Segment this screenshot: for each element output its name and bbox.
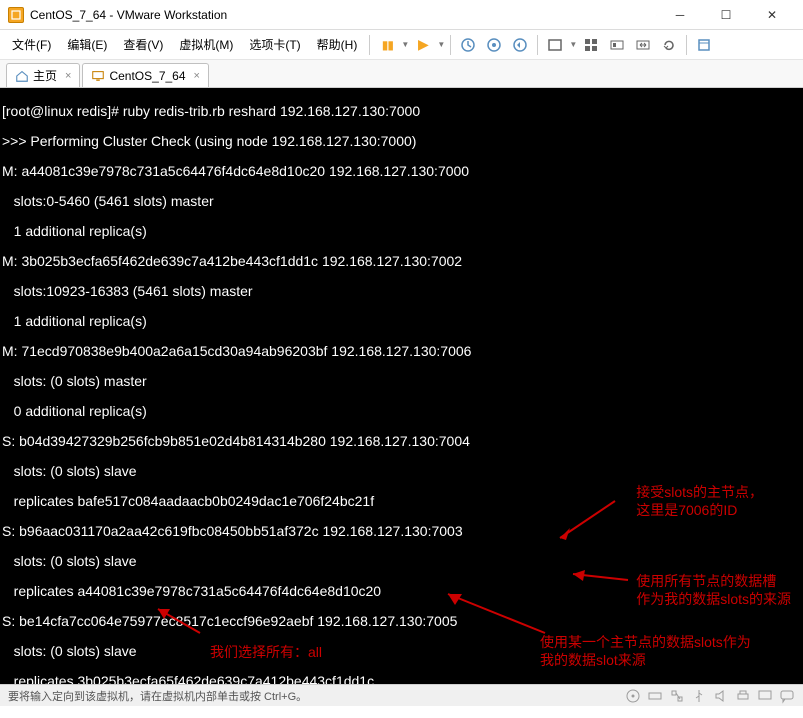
close-icon[interactable]: ×: [194, 70, 200, 82]
terminal-line: 1 additional replica(s): [2, 224, 801, 239]
pause-icon[interactable]: ▮▮: [376, 34, 398, 56]
snapshot-icon[interactable]: [457, 34, 479, 56]
terminal-line: M: 3b025b3ecfa65f462de639c7a412be443cf1d…: [2, 254, 801, 269]
annotation-line: 我的数据slot来源: [540, 651, 751, 669]
terminal-line: M: a44081c39e7978c731a5c64476f4dc64e8d10…: [2, 164, 801, 179]
usb-icon[interactable]: [691, 688, 707, 704]
terminal-line: slots: (0 slots) slave: [2, 464, 801, 479]
terminal-line: slots: (0 slots) slave: [2, 554, 801, 569]
status-icons: [625, 688, 795, 704]
app-icon: [8, 7, 24, 23]
separator: [537, 35, 538, 55]
close-button[interactable]: ✕: [749, 0, 795, 30]
stretch-icon[interactable]: [632, 34, 654, 56]
annotation-line: 作为我的数据slots的来源: [636, 590, 791, 608]
window-title: CentOS_7_64 - VMware Workstation: [30, 8, 657, 22]
printer-icon[interactable]: [735, 688, 751, 704]
fullscreen-icon[interactable]: [544, 34, 566, 56]
terminal-line: M: 71ecd970838e9b400a2a6a15cd30a94ab9620…: [2, 344, 801, 359]
annotation-line: 接受slots的主节点，: [636, 483, 763, 501]
dropdown-icon[interactable]: ▼: [568, 40, 578, 49]
menubar: 文件(F) 编辑(E) 查看(V) 虚拟机(M) 选项卡(T) 帮助(H) ▮▮…: [0, 30, 803, 60]
dropdown-icon[interactable]: ▼: [436, 40, 446, 49]
cycle-icon[interactable]: [658, 34, 680, 56]
annotation-3: 使用某一个主节点的数据slots作为 我的数据slot来源: [540, 633, 751, 669]
tab-home-label: 主页: [33, 67, 57, 84]
terminal-line: slots:10923-16383 (5461 slots) master: [2, 284, 801, 299]
menu-file[interactable]: 文件(F): [4, 32, 59, 57]
minimize-button[interactable]: ─: [657, 0, 703, 30]
monitor-icon: [91, 69, 105, 83]
terminal-line: replicates 3b025b3ecfa65f462de639c7a412b…: [2, 674, 801, 684]
drive-icon[interactable]: [647, 688, 663, 704]
maximize-button[interactable]: ☐: [703, 0, 749, 30]
terminal-line: [root@linux redis]# ruby redis-trib.rb r…: [2, 104, 801, 119]
terminal-line: S: be14cfa7cc064e75977ec8517c1eccf96e92a…: [2, 614, 801, 629]
terminal-line: S: b96aac031170a2aa42c619fbc08450bb51af3…: [2, 524, 801, 539]
tabbar: 主页 × CentOS_7_64 ×: [0, 60, 803, 88]
statusbar: 要将输入定向到该虚拟机，请在虚拟机内部单击或按 Ctrl+G。: [0, 684, 803, 706]
terminal-line: 0 additional replica(s): [2, 404, 801, 419]
terminal-line: >>> Performing Cluster Check (using node…: [2, 134, 801, 149]
home-icon: [15, 69, 29, 83]
annotation-4: 我们选择所有：all: [210, 643, 322, 661]
terminal-line: 1 additional replica(s): [2, 314, 801, 329]
separator: [686, 35, 687, 55]
menu-view[interactable]: 查看(V): [115, 32, 171, 57]
tab-vm[interactable]: CentOS_7_64 ×: [82, 63, 209, 87]
dropdown-icon[interactable]: ▼: [400, 40, 410, 49]
snapshot-revert-icon[interactable]: [509, 34, 531, 56]
close-icon[interactable]: ×: [65, 70, 71, 82]
message-icon[interactable]: [779, 688, 795, 704]
thumbnail-icon[interactable]: [606, 34, 628, 56]
play-icon[interactable]: ▶: [412, 34, 434, 56]
disk-icon[interactable]: [625, 688, 641, 704]
separator: [450, 35, 451, 55]
unity-icon[interactable]: [580, 34, 602, 56]
library-icon[interactable]: [693, 34, 715, 56]
terminal-line: slots:0-5460 (5461 slots) master: [2, 194, 801, 209]
titlebar: CentOS_7_64 - VMware Workstation ─ ☐ ✕: [0, 0, 803, 30]
snapshot-manage-icon[interactable]: [483, 34, 505, 56]
network-icon[interactable]: [669, 688, 685, 704]
terminal[interactable]: [root@linux redis]# ruby redis-trib.rb r…: [0, 88, 803, 684]
annotation-line: 这里是7006的ID: [636, 501, 763, 519]
tab-vm-label: CentOS_7_64: [109, 69, 185, 83]
annotation-line: 使用所有节点的数据槽: [636, 572, 791, 590]
terminal-line: S: b04d39427329b256fcb9b851e02d4b814314b…: [2, 434, 801, 449]
status-text: 要将输入定向到该虚拟机，请在虚拟机内部单击或按 Ctrl+G。: [8, 688, 307, 704]
terminal-line: slots: (0 slots) master: [2, 374, 801, 389]
menu-edit[interactable]: 编辑(E): [59, 32, 115, 57]
menu-vm[interactable]: 虚拟机(M): [171, 32, 241, 57]
separator: [369, 35, 370, 55]
sound-icon[interactable]: [713, 688, 729, 704]
annotation-line: 使用某一个主节点的数据slots作为: [540, 633, 751, 651]
annotation-1: 接受slots的主节点， 这里是7006的ID: [636, 483, 763, 519]
menu-tabs[interactable]: 选项卡(T): [241, 32, 308, 57]
menu-help[interactable]: 帮助(H): [309, 32, 366, 57]
tab-home[interactable]: 主页 ×: [6, 63, 80, 87]
display-icon[interactable]: [757, 688, 773, 704]
annotation-2: 使用所有节点的数据槽 作为我的数据slots的来源: [636, 572, 791, 608]
